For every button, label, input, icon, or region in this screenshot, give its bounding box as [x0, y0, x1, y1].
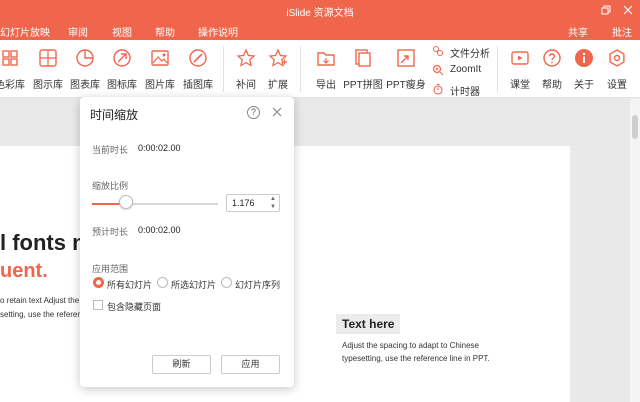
checkbox-label: 包含隐藏页面 — [107, 302, 162, 312]
file-analysis-icon — [433, 46, 443, 56]
title-bar: iSlide 资源文档 — [0, 0, 640, 20]
compress-icon — [397, 49, 415, 67]
grid-diagram-icon — [39, 49, 57, 67]
time-scale-dialog: 时间缩放 ? 当前时长 0:00:02.00 缩放比例 1.176 ▲ ▼ 预计… — [80, 97, 294, 387]
help-icon[interactable]: ? — [247, 106, 260, 119]
radio-dot — [93, 277, 104, 288]
tool-label: 图片库 — [145, 80, 175, 91]
brush-icon — [189, 49, 207, 67]
slide-left-text-1: o retain text Adjust the s — [0, 296, 86, 305]
scale-label: 缩放比例 — [92, 181, 129, 191]
restore-icon[interactable] — [596, 2, 616, 18]
tool-label: 导出 — [316, 80, 336, 91]
ribbon-toolbar: 色彩库 图示库 图表库 图标库 图片库 插图库 补间 扩展 导出 PPT拼图 P… — [0, 40, 640, 98]
tool-image-library[interactable]: 图片库 — [140, 48, 180, 91]
slide-paragraph-1: Adjust the spacing to adapt to Chinese — [342, 341, 479, 350]
tool-settings[interactable]: 设置 — [597, 48, 637, 91]
pie-chart-icon — [76, 49, 94, 67]
apply-button[interactable]: 应用 — [221, 355, 280, 374]
tool-label: 图示库 — [33, 80, 63, 91]
help-icon — [543, 49, 561, 67]
tool-label: 扩展 — [268, 80, 288, 91]
tool-label: 插图库 — [183, 80, 213, 91]
stepper-up-icon[interactable]: ▲ — [267, 195, 279, 203]
stepper-down-icon[interactable]: ▼ — [267, 203, 279, 211]
slide-heading-line2: uent. — [0, 260, 48, 282]
info-icon — [575, 49, 593, 67]
estimated-duration-label: 预计时长 — [92, 227, 129, 237]
tool-label: PPT瘦身 — [386, 80, 426, 91]
tool-extend[interactable]: 扩展 — [258, 48, 298, 91]
refresh-button[interactable]: 刷新 — [152, 355, 211, 374]
tool-ppt-collage[interactable]: PPT拼图 — [343, 48, 383, 91]
tool-label: 文件分析 — [450, 49, 490, 60]
ribbon-separator — [223, 46, 224, 92]
palette-icon — [2, 50, 18, 66]
radio-label: 所选幻灯片 — [171, 280, 217, 290]
tool-label: ZoomIt — [450, 64, 482, 75]
tool-label: 设置 — [607, 80, 627, 91]
window-title: iSlide 资源文档 — [286, 8, 354, 19]
collage-icon — [355, 49, 371, 67]
tool-label: PPT拼图 — [343, 80, 383, 91]
radio-dot — [221, 277, 232, 288]
menu-item-view[interactable]: 视图 — [112, 24, 132, 39]
slide-text-box[interactable]: Text here — [336, 314, 401, 334]
zoom-icon — [432, 64, 444, 76]
close-icon[interactable] — [618, 2, 638, 18]
current-duration-value: 0:00:02.00 — [138, 143, 181, 153]
menu-item-operation[interactable]: 操作说明 — [198, 24, 238, 39]
scale-value[interactable]: 1.176 — [232, 198, 255, 208]
tool-ppt-slim[interactable]: PPT瘦身 — [386, 48, 426, 91]
timer-icon — [433, 83, 443, 95]
tool-label: 计时器 — [450, 87, 480, 98]
slide-paragraph-2: typesetting, use the reference line in P… — [342, 354, 490, 363]
menu-bar: 幻灯片放映 审阅 视图 帮助 操作说明 共享 批注 — [0, 20, 640, 40]
radio-label: 所有幻灯片 — [107, 280, 153, 290]
rocket-icon — [113, 49, 131, 67]
tool-illustration-library[interactable]: 插图库 — [178, 48, 218, 91]
scale-stepper[interactable]: 1.176 ▲ ▼ — [226, 194, 280, 212]
close-icon[interactable] — [270, 105, 284, 119]
dialog-title: 时间缩放 — [90, 108, 139, 122]
slide-heading-line1: l fonts n — [0, 230, 86, 255]
star-extend-icon — [268, 48, 288, 67]
scrollbar-thumb[interactable] — [632, 115, 638, 139]
menu-item-help[interactable]: 帮助 — [155, 24, 175, 39]
star-tween-icon — [236, 48, 256, 67]
checkbox-box — [93, 300, 103, 310]
tool-export[interactable]: 导出 — [306, 48, 346, 91]
scale-slider-track[interactable] — [92, 203, 218, 205]
ribbon-separator — [497, 46, 498, 92]
tool-icon-library[interactable]: 图标库 — [102, 48, 142, 91]
folder-export-icon — [317, 52, 335, 66]
menu-item-share[interactable]: 共享 — [568, 24, 588, 39]
range-label: 应用范围 — [92, 264, 129, 274]
menu-item-review[interactable]: 审阅 — [68, 24, 88, 39]
current-duration-label: 当前时长 — [92, 145, 129, 155]
menu-item-slideshow[interactable]: 幻灯片放映 — [0, 24, 50, 39]
vertical-scrollbar[interactable] — [630, 99, 640, 402]
radio-label: 幻灯片序列 — [235, 280, 281, 290]
tool-chart-library[interactable]: 图表库 — [65, 48, 105, 91]
tool-label: 色彩库 — [0, 80, 25, 91]
ribbon-separator — [300, 46, 301, 92]
tool-label: 图表库 — [70, 80, 100, 91]
tool-color-library[interactable]: 色彩库 — [0, 48, 30, 91]
image-icon — [151, 50, 169, 66]
video-class-icon — [511, 51, 529, 65]
scale-slider-knob[interactable] — [119, 195, 133, 209]
tool-diagram-library[interactable]: 图示库 — [28, 48, 68, 91]
menu-item-comments[interactable]: 批注 — [612, 24, 632, 39]
tool-label: 图标库 — [107, 80, 137, 91]
estimated-duration-value: 0:00:02.00 — [138, 225, 181, 235]
radio-dot — [157, 277, 168, 288]
gear-icon — [609, 49, 625, 67]
